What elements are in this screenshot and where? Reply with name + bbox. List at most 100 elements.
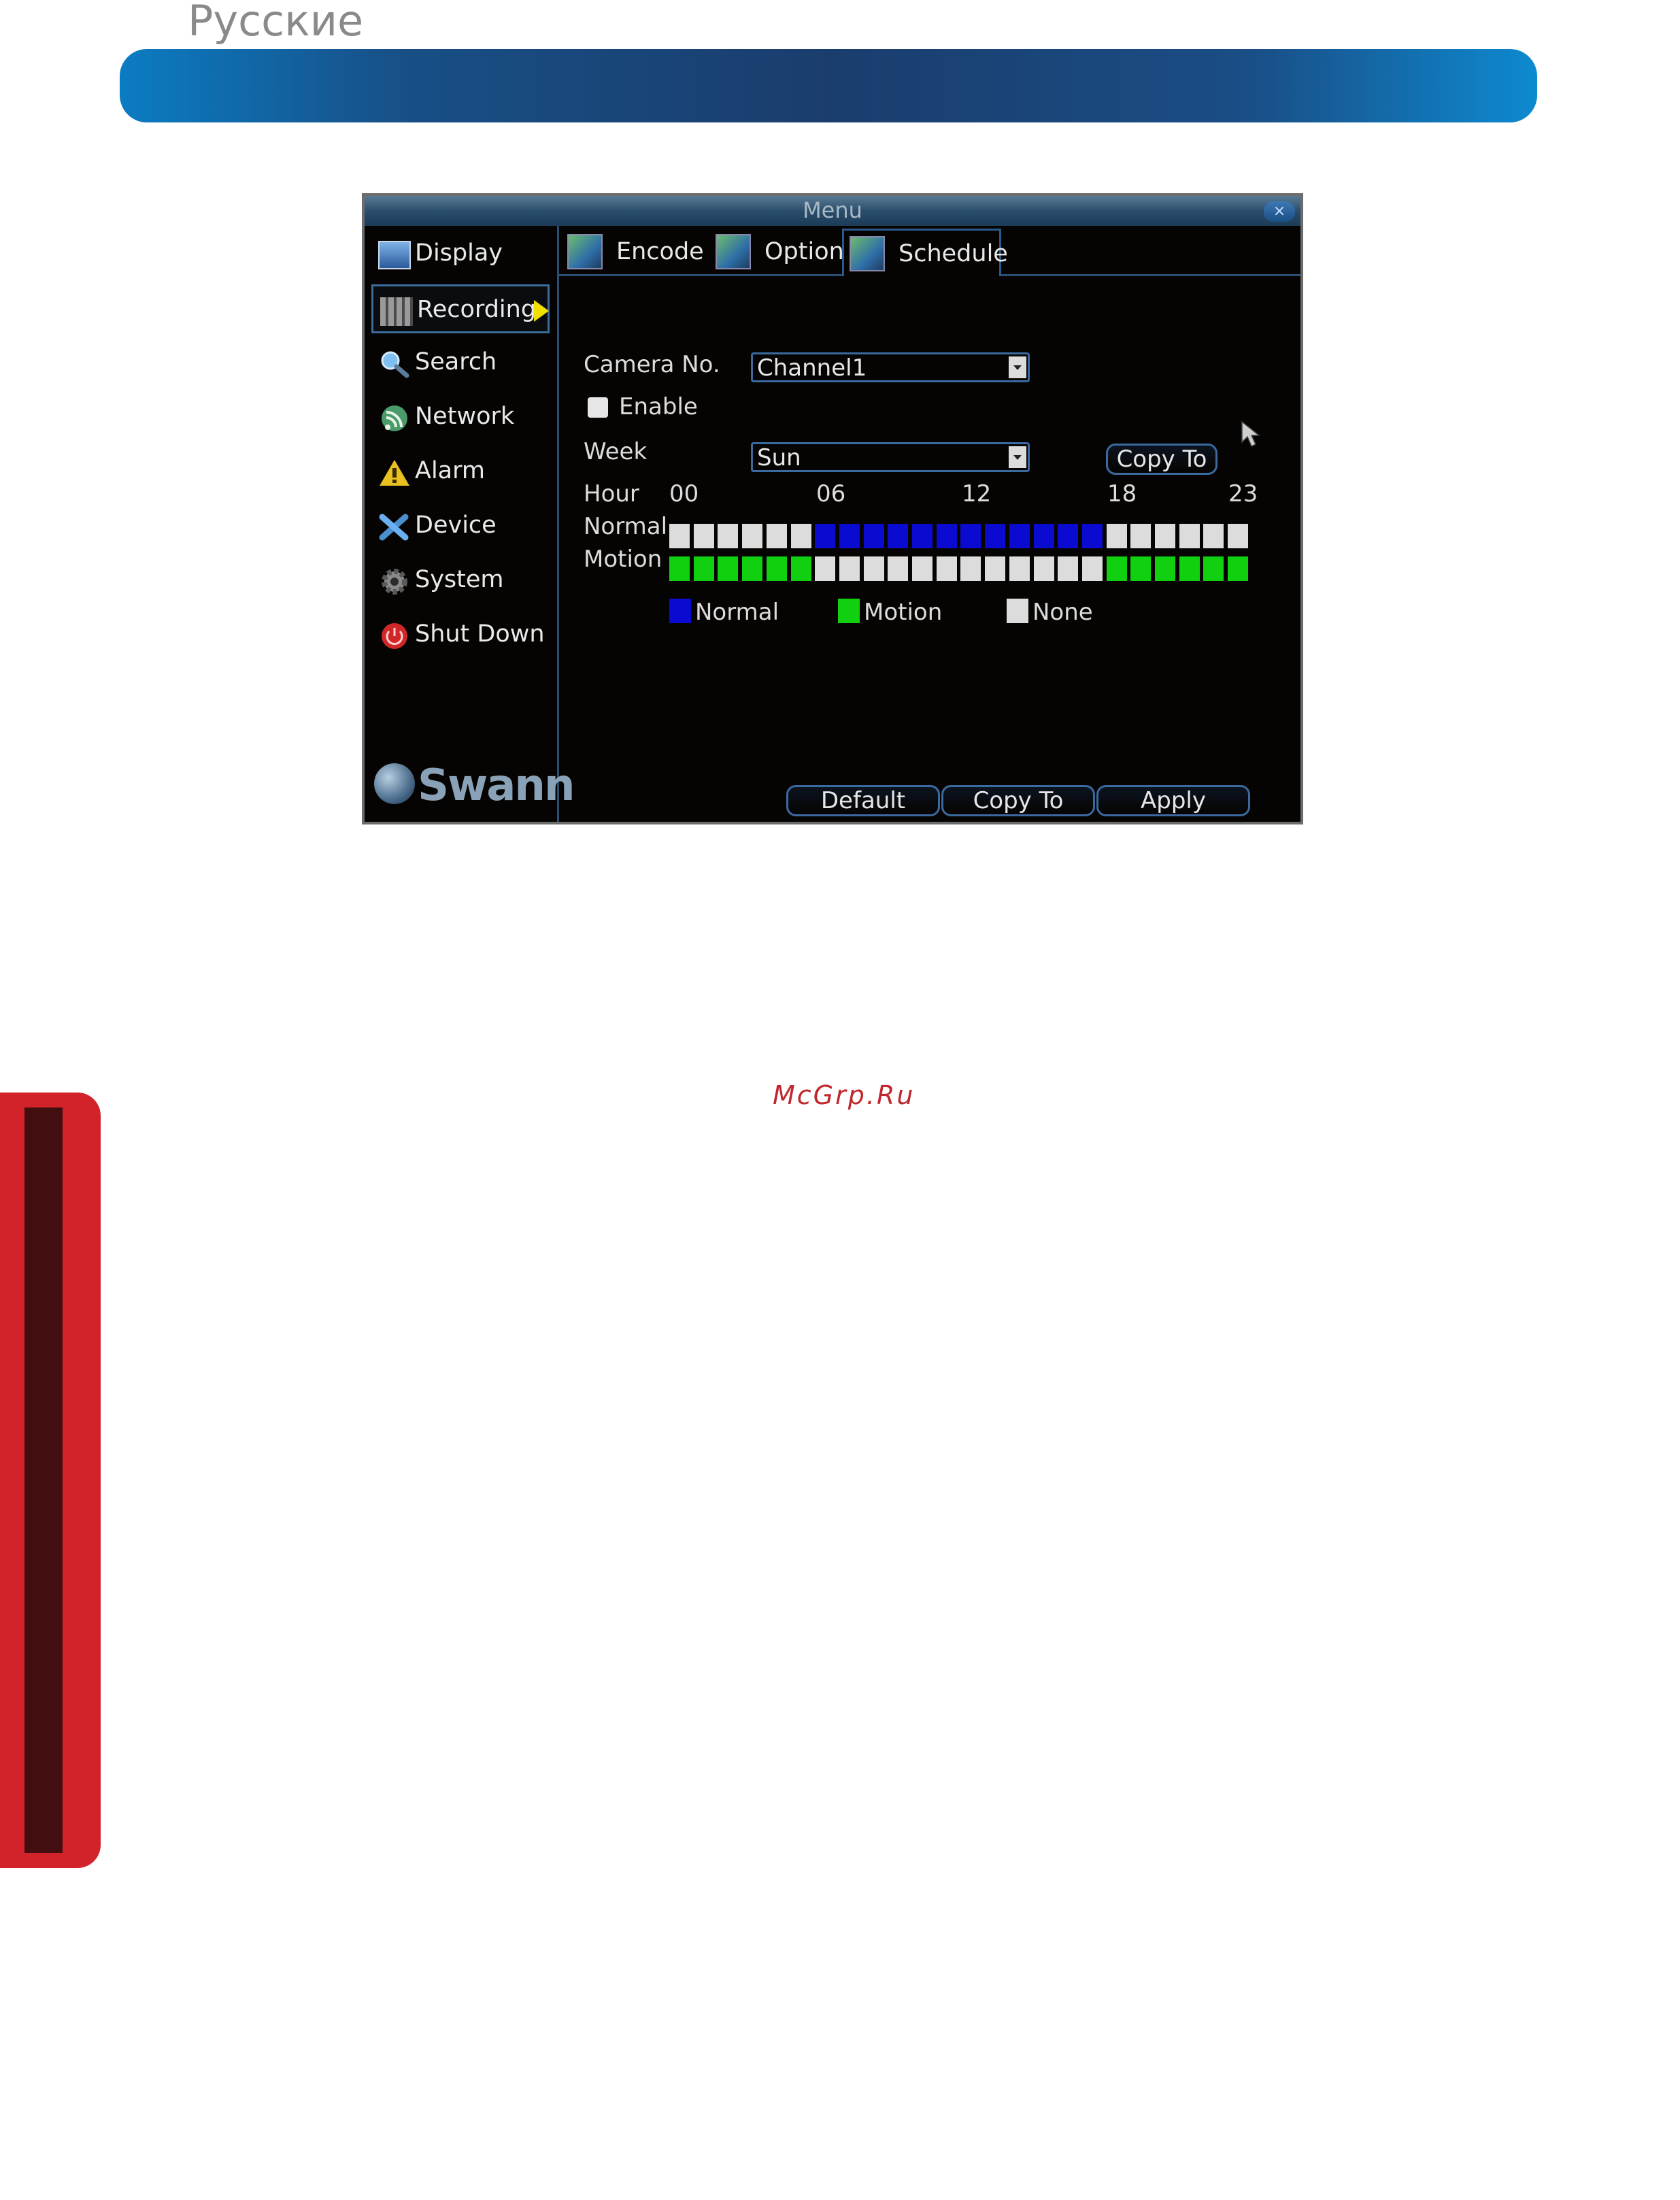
recording-icon bbox=[380, 297, 413, 326]
close-button[interactable]: × bbox=[1264, 201, 1295, 222]
legend-none-label: None bbox=[1032, 599, 1093, 626]
motion-hour-cell[interactable] bbox=[1130, 556, 1151, 581]
normal-hour-cell[interactable] bbox=[1179, 524, 1200, 548]
sidebar: Display Recording Search Network Alarm D… bbox=[365, 226, 575, 822]
normal-hour-cell[interactable] bbox=[669, 524, 690, 548]
normal-hour-cell[interactable] bbox=[718, 524, 738, 548]
sidebar-item-label: Search bbox=[415, 348, 497, 376]
sidebar-item-alarm[interactable]: Alarm bbox=[371, 448, 550, 497]
gear-icon bbox=[378, 567, 411, 596]
side-tab-text bbox=[24, 1107, 63, 1853]
sidebar-item-display[interactable]: Display bbox=[371, 230, 550, 279]
header-bar bbox=[120, 49, 1537, 122]
sidebar-item-system[interactable]: System bbox=[371, 556, 550, 605]
camera-icon bbox=[850, 236, 885, 271]
normal-hour-cell[interactable] bbox=[791, 524, 811, 548]
normal-hour-cell[interactable] bbox=[839, 524, 860, 548]
motion-hour-cell[interactable] bbox=[1179, 556, 1200, 581]
motion-hour-cell[interactable] bbox=[1034, 556, 1054, 581]
normal-hour-cell[interactable] bbox=[912, 524, 933, 548]
camera-number-value: Channel1 bbox=[757, 354, 867, 382]
hour-label: Hour bbox=[584, 480, 639, 507]
motion-hour-cell[interactable] bbox=[742, 556, 762, 581]
chevron-down-icon[interactable] bbox=[1009, 356, 1026, 378]
normal-hour-cell[interactable] bbox=[985, 524, 1005, 548]
default-button[interactable]: Default bbox=[786, 785, 940, 816]
camera-icon bbox=[716, 234, 751, 269]
tab-option[interactable]: Option bbox=[710, 229, 844, 276]
motion-hour-cell[interactable] bbox=[1009, 556, 1030, 581]
enable-checkbox[interactable] bbox=[588, 397, 608, 418]
tab-label: Option bbox=[765, 238, 844, 265]
week-value: Sun bbox=[757, 444, 801, 471]
normal-hour-cell[interactable] bbox=[742, 524, 762, 548]
motion-hour-cell[interactable] bbox=[694, 556, 714, 581]
tab-encode[interactable]: Encode bbox=[562, 229, 705, 276]
motion-hour-cell[interactable] bbox=[1203, 556, 1224, 581]
motion-hour-cell[interactable] bbox=[1228, 556, 1248, 581]
normal-hour-cell[interactable] bbox=[888, 524, 908, 548]
normal-hour-cell[interactable] bbox=[960, 524, 981, 548]
normal-hour-cell[interactable] bbox=[937, 524, 957, 548]
sidebar-item-label: Network bbox=[415, 403, 515, 430]
tab-schedule[interactable]: Schedule bbox=[842, 229, 1008, 276]
copy-to-day-button[interactable]: Copy To bbox=[1106, 444, 1217, 475]
chevron-down-icon[interactable] bbox=[1009, 446, 1026, 468]
tab-label: Schedule bbox=[898, 240, 1008, 267]
network-icon bbox=[378, 404, 411, 433]
device-icon bbox=[378, 513, 411, 541]
motion-hour-cell[interactable] bbox=[985, 556, 1005, 581]
motion-hour-cell[interactable] bbox=[839, 556, 860, 581]
normal-hour-cell[interactable] bbox=[694, 524, 714, 548]
sidebar-item-device[interactable]: Device bbox=[371, 502, 550, 551]
normal-hour-cell[interactable] bbox=[1009, 524, 1030, 548]
motion-hour-cell[interactable] bbox=[718, 556, 738, 581]
apply-button[interactable]: Apply bbox=[1096, 785, 1250, 816]
sidebar-item-label: Alarm bbox=[415, 457, 485, 484]
normal-hour-cell[interactable] bbox=[1058, 524, 1078, 548]
motion-hour-cell[interactable] bbox=[1082, 556, 1103, 581]
swann-logo-icon bbox=[374, 763, 415, 804]
normal-hour-cell[interactable] bbox=[1034, 524, 1054, 548]
motion-hour-cell[interactable] bbox=[888, 556, 908, 581]
normal-hour-cell[interactable] bbox=[1130, 524, 1151, 548]
motion-hour-cell[interactable] bbox=[767, 556, 787, 581]
sidebar-item-label: Recording bbox=[417, 296, 537, 323]
motion-hour-cell[interactable] bbox=[864, 556, 884, 581]
legend-normal-swatch bbox=[669, 599, 691, 623]
motion-hour-cell[interactable] bbox=[669, 556, 690, 581]
legend-motion-label: Motion bbox=[864, 599, 943, 626]
legend-none-swatch bbox=[1007, 599, 1028, 623]
motion-hour-cell[interactable] bbox=[912, 556, 933, 581]
normal-hour-cell[interactable] bbox=[767, 524, 787, 548]
motion-hour-cell[interactable] bbox=[1058, 556, 1078, 581]
sidebar-item-search[interactable]: Search bbox=[371, 339, 550, 388]
normal-hour-cell[interactable] bbox=[1082, 524, 1103, 548]
watermark: McGrp.Ru bbox=[773, 1080, 915, 1110]
normal-hour-cell[interactable] bbox=[1228, 524, 1248, 548]
motion-hour-cell[interactable] bbox=[1155, 556, 1175, 581]
motion-hour-cell[interactable] bbox=[937, 556, 957, 581]
motion-hour-cell[interactable] bbox=[960, 556, 981, 581]
motion-hour-cell[interactable] bbox=[791, 556, 811, 581]
camera-number-select[interactable]: Channel1 bbox=[751, 352, 1030, 382]
sidebar-item-recording[interactable]: Recording bbox=[371, 284, 550, 333]
motion-hour-cell[interactable] bbox=[1107, 556, 1127, 581]
power-icon bbox=[378, 622, 411, 650]
copy-to-button[interactable]: Copy To bbox=[941, 785, 1095, 816]
sidebar-item-shutdown[interactable]: Shut Down bbox=[371, 611, 550, 660]
sidebar-item-network[interactable]: Network bbox=[371, 393, 550, 442]
motion-hour-cell[interactable] bbox=[815, 556, 835, 581]
hour-tick: 23 bbox=[1228, 480, 1258, 507]
normal-hour-cell[interactable] bbox=[864, 524, 884, 548]
arrow-right-icon bbox=[534, 300, 549, 322]
motion-schedule-row bbox=[669, 556, 1251, 582]
normal-hour-cell[interactable] bbox=[815, 524, 835, 548]
week-select[interactable]: Sun bbox=[751, 442, 1030, 472]
hour-tick: 18 bbox=[1107, 480, 1137, 507]
window-titlebar: Menu × bbox=[365, 196, 1300, 226]
normal-hour-cell[interactable] bbox=[1203, 524, 1224, 548]
hour-tick: 06 bbox=[816, 480, 846, 507]
normal-hour-cell[interactable] bbox=[1155, 524, 1175, 548]
normal-hour-cell[interactable] bbox=[1107, 524, 1127, 548]
